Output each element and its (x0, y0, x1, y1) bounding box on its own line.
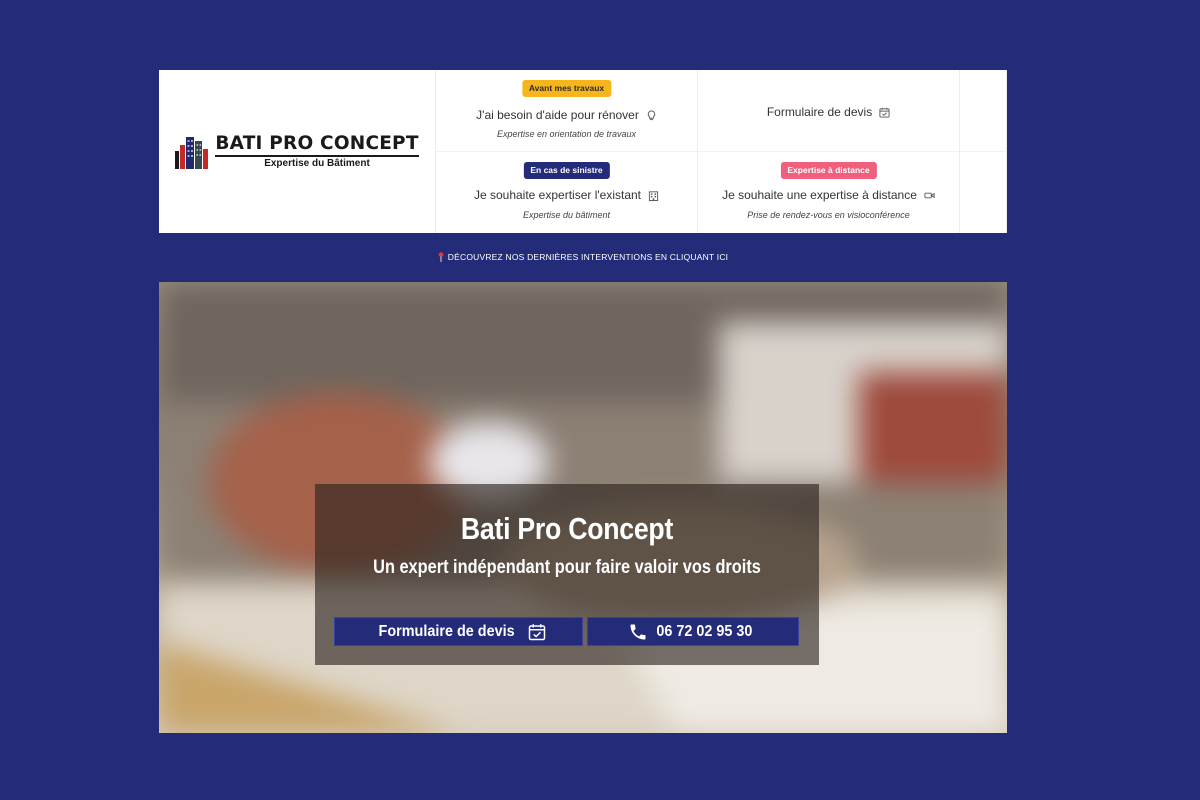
phone-number: 06 72 02 95 30 (656, 622, 753, 640)
menu-item-renovation-help[interactable]: Avant mes travaux J'ai besoin d'aide pou… (436, 70, 698, 152)
menu-empty-cell (960, 70, 1007, 152)
calendar-check-icon (528, 623, 546, 640)
menu-item-title: Formulaire de devis (766, 105, 873, 119)
pin-icon (438, 252, 444, 262)
menu-empty-cell (960, 152, 1007, 233)
calendar-check-icon (879, 107, 890, 118)
hero-banner: Bati Pro Concept Un expert indépendant p… (159, 282, 1007, 733)
building-icon (648, 190, 659, 201)
quote-form-button-label: Formulaire de devis (378, 622, 515, 640)
menu-item-title: J'ai besoin d'aide pour rénover (476, 108, 639, 122)
menu-item-expertise-existing[interactable]: En cas de sinistre Je souhaite expertise… (436, 152, 698, 233)
hero-overlay: Bati Pro Concept Un expert indépendant p… (315, 484, 819, 665)
building-logo-icon (175, 136, 209, 169)
menu-item-title: Je souhaite une expertise à distance (722, 188, 917, 202)
quote-form-button[interactable]: Formulaire de devis (334, 617, 583, 646)
menu-item-subtitle: Expertise du bâtiment (522, 210, 611, 220)
menu-item-subtitle: Expertise en orientation de travaux (496, 129, 637, 139)
phone-icon (630, 624, 646, 639)
lightbulb-icon (647, 109, 656, 120)
brand-name: BATI PRO CONCEPT (215, 133, 419, 157)
menu-item-title: Je souhaite expertiser l'existant (473, 188, 642, 202)
interventions-link[interactable]: DÉCOUVREZ NOS DERNIÈRES INTERVENTIONS EN… (159, 252, 1007, 262)
video-icon (924, 192, 935, 198)
hero-title: Bati Pro Concept (460, 511, 674, 546)
badge-remote-expertise: Expertise à distance (780, 162, 877, 179)
logo-area[interactable]: BATI PRO CONCEPT Expertise du Bâtiment (159, 70, 436, 233)
menu-item-subtitle: Prise de rendez-vous en visioconférence (747, 210, 910, 220)
hero-subtitle: Un expert indépendant pour faire valoir … (373, 557, 761, 578)
menu-item-quote-form[interactable]: Formulaire de devis (698, 70, 960, 152)
site-header: BATI PRO CONCEPT Expertise du Bâtiment A… (159, 70, 1007, 233)
interventions-link-text[interactable]: DÉCOUVREZ NOS DERNIÈRES INTERVENTIONS EN… (448, 252, 728, 262)
service-menu: Avant mes travaux J'ai besoin d'aide pou… (436, 70, 1007, 233)
badge-disaster: En cas de sinistre (523, 162, 610, 179)
brand-tagline: Expertise du Bâtiment (264, 157, 370, 169)
menu-item-remote-expertise[interactable]: Expertise à distance Je souhaite une exp… (698, 152, 960, 233)
badge-before-works: Avant mes travaux (521, 80, 612, 97)
phone-button[interactable]: 06 72 02 95 30 (587, 617, 799, 646)
brand-logo[interactable]: BATI PRO CONCEPT Expertise du Bâtiment (175, 133, 419, 170)
